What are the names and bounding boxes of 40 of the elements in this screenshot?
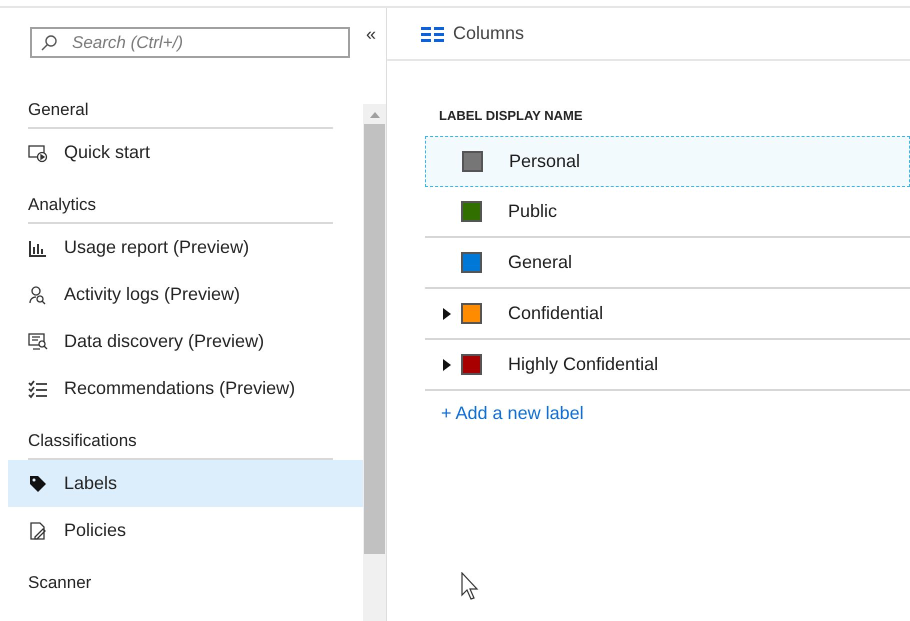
- columns-icon: [421, 26, 445, 42]
- sidebar-item[interactable]: Policies: [8, 507, 363, 554]
- search-field[interactable]: Search (Ctrl+/): [30, 27, 350, 58]
- sidebar-item[interactable]: Quick start: [8, 129, 363, 176]
- scrollbar-thumb[interactable]: [364, 124, 385, 554]
- section-heading: Analytics: [28, 194, 98, 216]
- monitor-search-icon: [28, 332, 48, 352]
- label-name: Highly Confidential: [508, 354, 658, 375]
- sidebar-item[interactable]: Usage report (Preview): [8, 224, 363, 271]
- label-name: Confidential: [508, 303, 604, 324]
- quickstart-icon: [28, 142, 48, 162]
- user-search-icon: [28, 284, 48, 304]
- search-icon: [40, 34, 58, 52]
- columns-button[interactable]: Columns: [421, 23, 524, 44]
- sidebar-item[interactable]: Labels: [8, 460, 363, 507]
- section-heading: General: [28, 99, 90, 121]
- checklist-icon: [28, 378, 48, 398]
- sidebar-item[interactable]: Data discovery (Preview): [8, 318, 363, 365]
- sidebar-item[interactable]: Recommendations (Preview): [8, 365, 363, 412]
- label-name: Personal: [509, 151, 580, 172]
- table-row[interactable]: General: [425, 238, 910, 289]
- column-header: LABEL DISPLAY NAME: [438, 106, 584, 124]
- expand-caret-icon[interactable]: [443, 308, 451, 320]
- sidebar-item[interactable]: Activity logs (Preview): [8, 271, 363, 318]
- table-row[interactable]: Highly Confidential: [425, 340, 910, 391]
- mouse-pointer-icon: [461, 572, 479, 600]
- scrollbar[interactable]: [363, 104, 386, 621]
- document-edit-icon: [28, 520, 48, 540]
- table-row[interactable]: Public: [425, 187, 910, 238]
- scroll-up-icon[interactable]: [370, 112, 380, 118]
- collapse-button[interactable]: «: [366, 25, 376, 43]
- table-row[interactable]: Confidential: [425, 289, 910, 340]
- add-label-link[interactable]: + Add a new label: [425, 391, 910, 424]
- label-name: General: [508, 252, 572, 273]
- section-heading: Classifications: [28, 430, 138, 452]
- label-name: Public: [508, 201, 558, 222]
- tag-icon: [28, 474, 48, 494]
- section-heading: Scanner: [28, 572, 92, 594]
- table-row[interactable]: Personal: [425, 136, 910, 187]
- expand-caret-icon[interactable]: [443, 358, 451, 370]
